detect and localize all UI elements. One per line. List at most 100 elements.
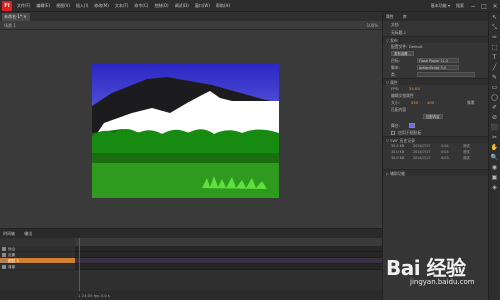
frame-grid[interactable]	[75, 246, 382, 270]
edit-doc-row: 编辑文档属性	[383, 92, 488, 99]
menu-control[interactable]: 控制(O)	[151, 3, 171, 9]
doc-name: 无标题-1	[391, 30, 407, 35]
match-content-btn-row: 匹配内容	[383, 113, 488, 122]
panel-tabs: 属性 库	[383, 12, 488, 21]
apply-pasteboard-row: 应用于粘贴板	[383, 129, 488, 136]
menu-window[interactable]: 窗口(W)	[192, 3, 213, 9]
layer-name: 近景	[8, 253, 16, 257]
swap-colors-icon[interactable]: ◈	[491, 184, 499, 191]
doc-type-row: 文档	[383, 21, 488, 29]
apply-pasteboard-checkbox[interactable]	[391, 131, 395, 135]
pencil-tool-icon[interactable]: ✐	[491, 104, 499, 111]
pen-tool-icon[interactable]: ✎	[491, 74, 499, 81]
edit-doc-props-label[interactable]: 编辑文档属性	[391, 93, 414, 98]
document-tab[interactable]: 未命名-1* ✕	[2, 13, 30, 21]
zoom-tool-icon[interactable]: 🔍	[491, 154, 499, 161]
size-height[interactable]: 400	[427, 99, 434, 106]
selection-tool-icon[interactable]: ↖	[491, 14, 499, 21]
fps-label: FPS:	[391, 86, 400, 91]
menu-text[interactable]: 文本(T)	[112, 3, 132, 9]
class-label: 类:	[391, 72, 397, 77]
flash-app-window: Fl 文件(F) 编辑(E) 视图(V) 插入(I) 修改(M) 文本(T) 命…	[0, 0, 500, 300]
frame-ruler[interactable]: 1 5 10 15 20 25 30 35 40 45 50 55 60 65 …	[75, 238, 382, 251]
menu-edit[interactable]: 编辑(E)	[33, 3, 53, 9]
history-date: 2014/7/17	[413, 156, 431, 160]
menu-file[interactable]: 文件(F)	[14, 3, 33, 9]
transform-tool-icon[interactable]: ⤡	[491, 24, 499, 31]
menu-commands[interactable]: 命令(C)	[131, 3, 151, 9]
zoom-level[interactable]: 100%	[367, 21, 378, 30]
scene-label[interactable]: 场景 1	[4, 23, 16, 28]
rectangle-tool-icon[interactable]: ▭	[491, 84, 499, 91]
tab-timeline[interactable]: 时间轴	[3, 231, 15, 236]
class-row: 类:	[383, 71, 488, 78]
fps-row: FPS: 24.00	[383, 85, 488, 92]
stage-color-swatch[interactable]	[409, 123, 415, 128]
oval-tool-icon[interactable]: ◯	[491, 94, 499, 101]
profile-row: 配置文件: Default	[383, 43, 488, 50]
class-input[interactable]	[417, 72, 475, 77]
layer-name: 背景	[8, 265, 16, 269]
timeline-status: 1 24.00 fps 0.0 s	[0, 291, 382, 300]
flash-logo: Fl	[2, 0, 12, 11]
doc-name-row: 无标题-1	[383, 29, 488, 36]
fill-tool-icon[interactable]: ⬛	[491, 124, 499, 131]
history-size: 35.0 KB	[391, 156, 405, 160]
layer-icon	[2, 259, 6, 263]
match-content-label[interactable]: 匹配内容	[391, 107, 406, 112]
search-label[interactable]: 搜索	[453, 3, 467, 9]
target-select[interactable]: Flash Player 11.2	[417, 58, 459, 63]
timeline-tabs: 时间轴 输出	[0, 229, 382, 238]
menu-insert[interactable]: 插入(I)	[73, 3, 91, 9]
layer-icon	[2, 247, 6, 251]
lasso-tool-icon[interactable]: ✑	[491, 34, 499, 41]
script-label: 脚本:	[391, 65, 400, 70]
line-tool-icon[interactable]: ╱	[491, 64, 499, 71]
hand-tool-icon[interactable]: ✋	[491, 144, 499, 151]
profile-label: 配置文件:	[391, 44, 408, 49]
menu-modify[interactable]: 修改(M)	[91, 3, 112, 9]
history-row: 35.0 KB 2014/7/17 0:03 测试	[383, 155, 488, 161]
tab-properties[interactable]: 属性	[386, 14, 394, 19]
timeline-panel: 时间轴 输出 1 5 10 15 20 25 30 35 40 45 50 55	[0, 228, 382, 300]
fps-value[interactable]: 24.00	[409, 85, 420, 92]
bushes	[92, 129, 279, 153]
section-properties[interactable]: ▽ 属性	[383, 78, 488, 85]
script-select[interactable]: ActionScript 3.0	[417, 65, 459, 70]
stroke-color-icon[interactable]: ◉	[491, 164, 499, 171]
menu-help[interactable]: 帮助(H)	[213, 3, 233, 9]
maximize-button[interactable]: □	[479, 2, 489, 10]
target-row: 目标: Flash Player 11.2	[383, 57, 488, 64]
menu-debug[interactable]: 调试(D)	[172, 3, 192, 9]
stage-label: 舞台:	[391, 123, 400, 128]
layer-row[interactable]: 背景	[0, 264, 75, 270]
workspace-switcher[interactable]: 基本功能 ▾	[428, 3, 453, 9]
doc-type-label: 文档	[391, 22, 399, 27]
playhead[interactable]	[79, 238, 80, 296]
section-swf-history[interactable]: ▽ SWF 历史记录	[383, 136, 488, 143]
match-content-row: 匹配内容	[383, 106, 488, 113]
profile-value: Default	[408, 44, 423, 49]
script-row: 脚本: ActionScript 3.0	[383, 64, 488, 71]
text-tool-icon[interactable]: T	[491, 54, 499, 61]
publish-settings-button[interactable]: 发布设置...	[391, 51, 414, 56]
menu-view[interactable]: 视图(V)	[53, 3, 73, 9]
stage-artwork	[92, 63, 279, 198]
edit-bar: 场景 1 100%	[0, 21, 382, 30]
section-publish[interactable]: ▽ 发布	[383, 36, 488, 43]
section-accessibility[interactable]: ▷ 辅助功能	[383, 169, 488, 176]
eraser-tool-icon[interactable]: ⊘	[491, 114, 499, 121]
minimize-button[interactable]: −	[468, 2, 478, 10]
layer-icon	[2, 253, 6, 257]
tab-library[interactable]: 库	[403, 14, 407, 19]
history-time: 0:03	[441, 156, 449, 160]
rect-select-tool-icon[interactable]: ⬚	[491, 44, 499, 51]
tab-output[interactable]: 输出	[24, 231, 32, 236]
size-unit: 像素	[467, 100, 475, 105]
scissors-tool-icon[interactable]: ✂	[491, 134, 499, 141]
size-width[interactable]: 550	[411, 99, 418, 106]
stage-canvas[interactable]	[92, 63, 279, 198]
fill-color-icon[interactable]: ▣	[491, 174, 499, 181]
close-button[interactable]: ✕	[490, 2, 500, 10]
match-content-button[interactable]: 匹配内容	[423, 114, 443, 119]
